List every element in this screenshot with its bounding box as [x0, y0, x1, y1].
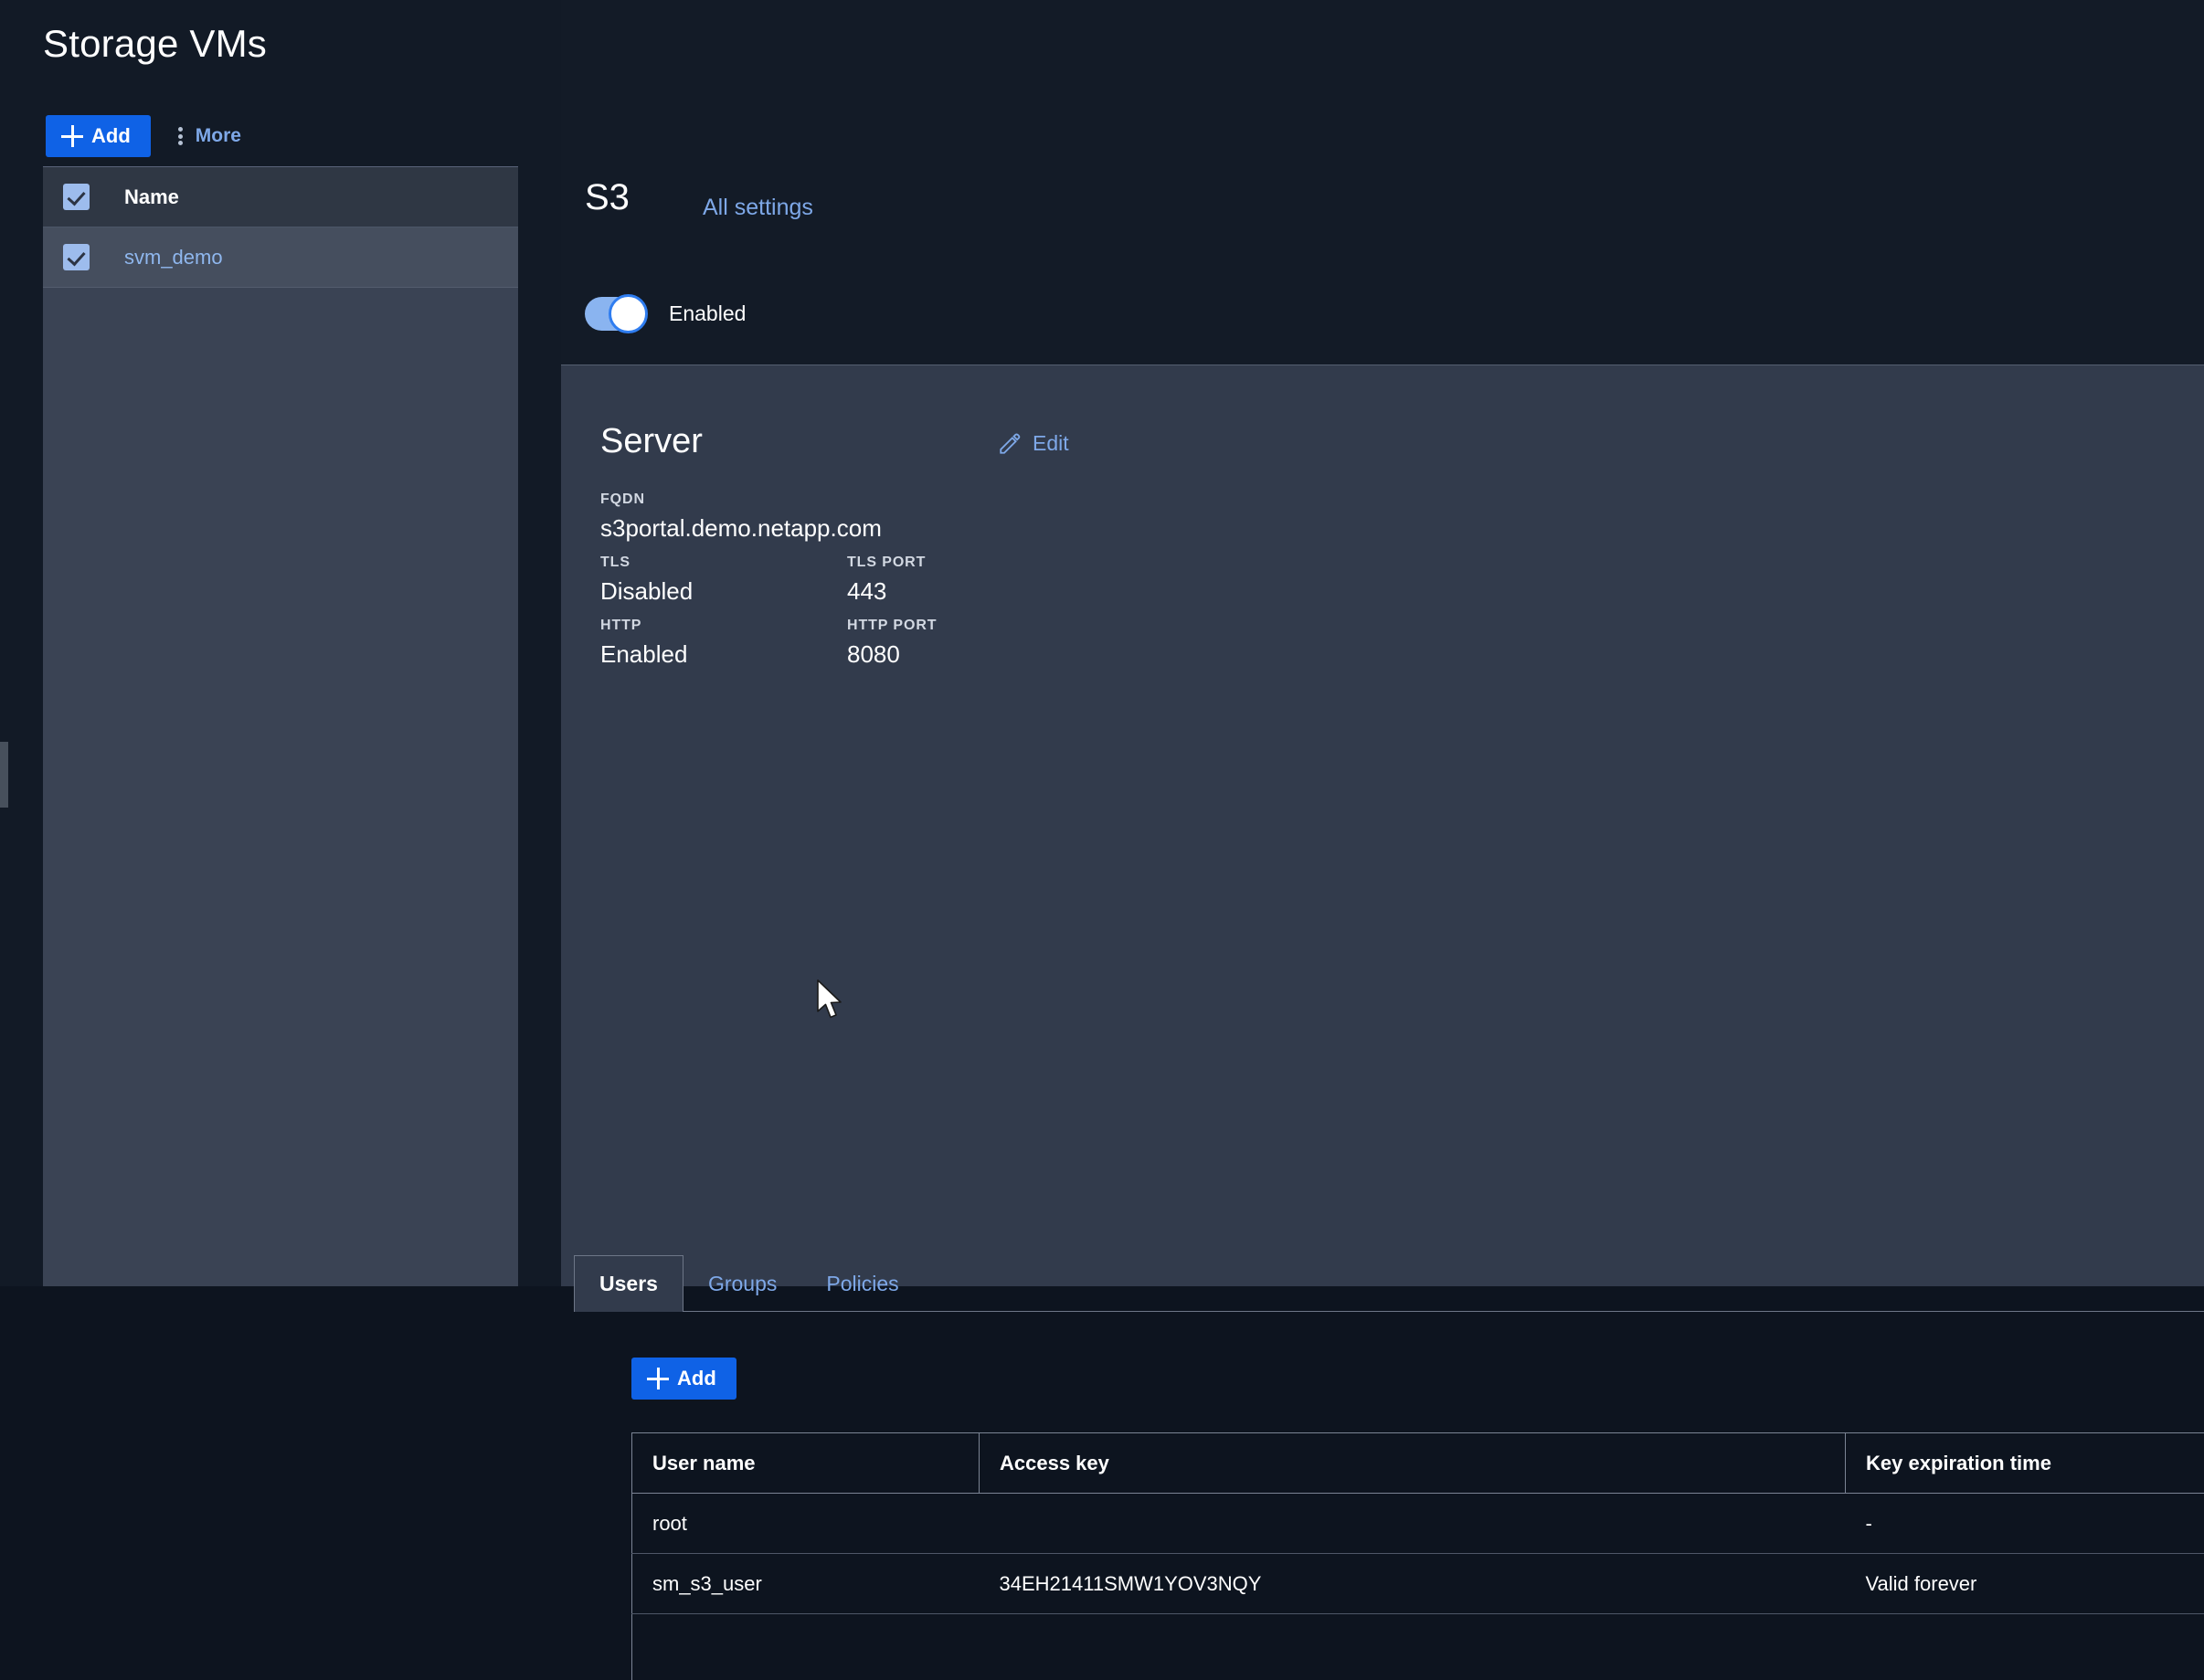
cell-empty: [1846, 1614, 2204, 1680]
field-tls-label: TLS: [600, 555, 693, 571]
field-http-label: HTTP: [600, 618, 687, 634]
tab-policies[interactable]: Policies: [801, 1255, 923, 1312]
s3-enabled-toggle[interactable]: [585, 297, 645, 331]
table-row[interactable]: root -: [632, 1494, 2204, 1554]
edit-server-button[interactable]: Edit: [998, 431, 1069, 456]
more-button-label: More: [196, 125, 241, 147]
storage-vms-panel: Storage VMs Add More Name svm_demo: [0, 0, 561, 1286]
list-item[interactable]: svm_demo: [43, 227, 518, 288]
add-storage-vm-label: Add: [91, 126, 131, 146]
storage-vm-list: Name svm_demo: [43, 166, 518, 1286]
s3-protocol-title: S3: [585, 179, 630, 216]
server-card: Server Edit FQDN s3portal.demo.netapp.co…: [561, 366, 2204, 1286]
table-header-row: User name Access key Key expiration time: [632, 1433, 2204, 1494]
field-http-value: Enabled: [600, 640, 687, 669]
storage-vm-name-link[interactable]: svm_demo: [124, 246, 223, 269]
tab-groups[interactable]: Groups: [683, 1255, 801, 1312]
table-row[interactable]: sm_s3_user 34EH21411SMW1YOV3NQY Valid fo…: [632, 1554, 2204, 1614]
cell-empty: [632, 1614, 980, 1680]
field-tls-port: TLS PORT 443: [847, 555, 926, 606]
toggle-knob: [609, 294, 648, 333]
cell-access-key: 34EH21411SMW1YOV3NQY: [980, 1554, 1846, 1614]
field-http: HTTP Enabled: [600, 618, 687, 669]
column-header-name: Name: [124, 185, 179, 209]
column-header-key-expiration-time[interactable]: Key expiration time: [1846, 1433, 2204, 1494]
column-header-access-key[interactable]: Access key: [980, 1433, 1846, 1494]
list-toolbar: Add More: [46, 115, 241, 157]
table-row-empty: [632, 1614, 2204, 1680]
field-fqdn: FQDN s3portal.demo.netapp.com: [600, 491, 882, 543]
storage-vm-list-header: Name: [43, 167, 518, 227]
add-user-button[interactable]: Add: [631, 1358, 736, 1400]
row-checkbox[interactable]: [63, 244, 90, 270]
server-heading: Server: [600, 424, 703, 459]
field-fqdn-value: s3portal.demo.netapp.com: [600, 514, 882, 543]
cell-key-expiration-time: Valid forever: [1846, 1554, 2204, 1614]
plus-icon: [61, 125, 83, 147]
column-header-user-name[interactable]: User name: [632, 1433, 980, 1494]
more-button[interactable]: More: [178, 125, 241, 147]
s3-details-panel: S3 All settings Enabled Server Edit FQDN…: [561, 0, 2204, 1286]
field-http-port-value: 8080: [847, 640, 937, 669]
users-tab-panel: Add User name Access key Key expiration …: [574, 1311, 2204, 1312]
all-settings-link[interactable]: All settings: [703, 195, 813, 221]
kebab-menu-icon: [178, 127, 183, 145]
field-http-port: HTTP PORT 8080: [847, 618, 937, 669]
field-tls-value: Disabled: [600, 577, 693, 606]
pencil-icon: [998, 432, 1022, 456]
cell-key-expiration-time: -: [1846, 1494, 2204, 1554]
s3-header: S3 All settings Enabled: [561, 0, 2204, 365]
field-tls-port-value: 443: [847, 577, 926, 606]
s3-enabled-label: Enabled: [669, 301, 746, 326]
add-user-label: Add: [677, 1368, 716, 1389]
select-all-checkbox[interactable]: [63, 184, 90, 210]
edit-server-label: Edit: [1033, 431, 1069, 456]
cell-access-key: [980, 1494, 1846, 1554]
window-edge-scrollbar-sliver: [0, 742, 8, 808]
tab-users[interactable]: Users: [574, 1255, 683, 1312]
cell-user-name: root: [632, 1494, 980, 1554]
cell-user-name: sm_s3_user: [632, 1554, 980, 1614]
s3-enabled-row: Enabled: [585, 297, 746, 331]
field-tls-port-label: TLS PORT: [847, 555, 926, 571]
page-title: Storage VMs: [43, 22, 267, 66]
plus-icon: [647, 1368, 669, 1389]
tab-bar: Users Groups Policies: [574, 1255, 924, 1312]
field-fqdn-label: FQDN: [600, 491, 882, 508]
cell-empty: [980, 1614, 1846, 1680]
field-http-port-label: HTTP PORT: [847, 618, 937, 634]
users-table: User name Access key Key expiration time…: [631, 1432, 2204, 1680]
field-tls: TLS Disabled: [600, 555, 693, 606]
list-empty-area: [43, 289, 518, 1286]
add-storage-vm-button[interactable]: Add: [46, 115, 151, 157]
